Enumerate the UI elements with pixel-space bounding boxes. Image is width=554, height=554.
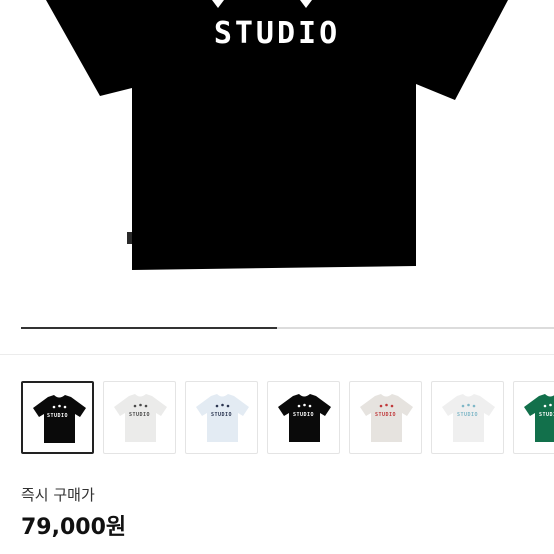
tshirt-thumbnail-icon xyxy=(278,394,331,442)
thumbnail-print-text: STUDIO xyxy=(538,412,554,418)
gallery-progress-bar xyxy=(21,327,554,329)
thumbnail-1[interactable]: STUDIO xyxy=(21,381,94,454)
thumbnail-print-text: STUDIO xyxy=(374,412,397,418)
tshirt-thumbnail-icon xyxy=(524,394,554,442)
thumbnail-5[interactable]: STUDIO xyxy=(349,381,422,454)
thumbnail-print-text: STUDIO xyxy=(456,412,479,418)
thumbnail-7[interactable]: STUDIO xyxy=(513,381,554,454)
tshirt-thumbnail-icon xyxy=(360,394,413,442)
section-divider xyxy=(0,354,554,355)
thumbnail-4[interactable]: STUDIO xyxy=(267,381,340,454)
side-tag xyxy=(127,232,132,244)
thumbnail-print-text: STUDIO xyxy=(46,413,69,419)
price-value: 79,000원 xyxy=(21,515,127,540)
price-label: 즉시 구매가 xyxy=(21,486,95,504)
thumbnail-6[interactable]: STUDIO xyxy=(431,381,504,454)
tshirt-thumbnail-icon xyxy=(114,394,167,442)
thumbnail-3[interactable]: STUDIO xyxy=(185,381,258,454)
tshirt-thumbnail-icon xyxy=(442,394,495,442)
thumbnail-2[interactable]: STUDIO xyxy=(103,381,176,454)
thumbnail-strip[interactable]: STUDIO STUDIO STUDIO STUDIO STUDIO STUDIO STUD… xyxy=(21,381,554,454)
thumbnail-print-text: STUDIO xyxy=(128,412,151,418)
thumbnail-print-text: STUDIO xyxy=(292,412,315,418)
tshirt-thumbnail-icon xyxy=(196,394,249,442)
thumbnail-print-text: STUDIO xyxy=(210,412,233,418)
shirt-print-text: STUDIO xyxy=(213,16,341,51)
gallery-progress-fill xyxy=(21,327,277,329)
product-hero-image[interactable]: STUDIO xyxy=(0,0,554,306)
